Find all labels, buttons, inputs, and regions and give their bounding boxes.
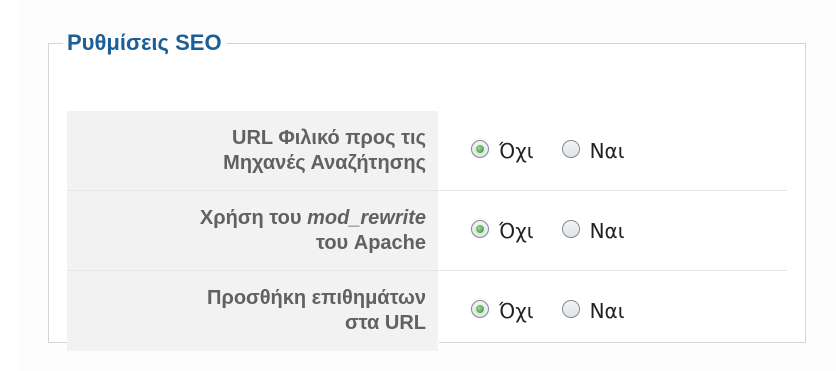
radio-option-yes[interactable]: Ναι [561,299,625,323]
setting-label-line: Μηχανές Αναζήτησης [223,151,426,174]
radio-label: Ναι [589,138,625,163]
radio-label: Όχι [499,218,534,243]
setting-label-line: του Apache [315,231,426,254]
radio-label: Ναι [589,299,625,323]
setting-label-line: στα URL [344,312,426,334]
setting-label-url-suffix: Προσθήκη επιθημάτων στα URL [67,271,439,351]
setting-label-line: URL Φιλικό προς τις [232,126,426,149]
setting-row-mod-rewrite: Χρήση του mod_rewrite του Apache Όχι Ναι [67,191,787,271]
radio-button[interactable] [561,219,580,238]
setting-row-url-suffix: Προσθήκη επιθημάτων στα URL Όχι Ναι [67,271,787,351]
radio-label: Όχι [499,299,534,323]
seo-settings-fieldset: Ρυθμίσεις SEO URL Φιλικό προς τις Μηχανέ… [48,30,806,351]
radio-button-selected[interactable] [471,300,489,318]
fieldset-legend: Ρυθμίσεις SEO [67,30,222,55]
setting-label-mod-rewrite: Χρήση του mod_rewrite του Apache [67,191,439,270]
setting-label-line: Προσθήκη επιθημάτων [207,287,426,309]
setting-label-prefix: Χρήση του [199,206,308,229]
setting-label-line: Χρήση του mod_rewrite [200,206,426,231]
radio-label: Ναι [589,218,625,243]
radio-button[interactable] [561,300,580,318]
radio-option-no[interactable]: Όχι [471,139,534,163]
radio-group-friendly-url: Όχι Ναι [439,111,787,190]
radio-option-yes[interactable]: Ναι [561,218,625,243]
radio-option-yes[interactable]: Ναι [561,138,625,163]
setting-row-friendly-url: URL Φιλικό προς τις Μηχανές Αναζήτησης Ό… [67,111,787,191]
radio-group-url-suffix: Όχι Ναι [439,271,787,351]
radio-label: Όχι [499,138,534,163]
radio-button-selected[interactable] [471,139,489,158]
setting-label-friendly-url: URL Φιλικό προς τις Μηχανές Αναζήτησης [67,111,439,190]
radio-option-no[interactable]: Όχι [471,219,534,243]
radio-button[interactable] [561,139,580,158]
settings-table: URL Φιλικό προς τις Μηχανές Αναζήτησης Ό… [67,111,787,351]
radio-option-no[interactable]: Όχι [471,299,534,323]
radio-group-mod-rewrite: Όχι Ναι [439,191,787,270]
setting-label-italic: mod_rewrite [307,206,426,229]
radio-button-selected[interactable] [471,219,489,238]
